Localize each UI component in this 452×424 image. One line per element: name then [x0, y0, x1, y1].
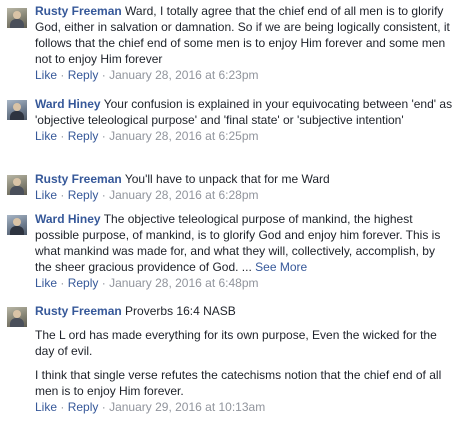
comment: Rusty Freeman Ward, I totally agree that… [0, 3, 452, 83]
comment-body: Ward Hiney The objective teleological pu… [35, 211, 452, 275]
reply-link[interactable]: Reply [68, 129, 99, 143]
comment-text: Proverbs 16:4 NASB [125, 304, 236, 318]
see-more-link[interactable]: See More [255, 260, 307, 274]
like-link[interactable]: Like [35, 68, 57, 82]
comment-timestamp[interactable]: January 28, 2016 at 6:23pm [109, 68, 258, 82]
separator-dot: · [101, 129, 106, 143]
comment: Ward Hiney Your confusion is explained i… [0, 96, 452, 144]
comment-actions: Like · Reply · January 29, 2016 at 10:13… [35, 399, 452, 415]
reply-link[interactable]: Reply [68, 400, 99, 414]
comment-actions: Like · Reply · January 28, 2016 at 6:25p… [35, 128, 452, 144]
separator-dot: · [101, 68, 106, 82]
separator-dot: · [101, 188, 106, 202]
separator-dot: · [60, 400, 65, 414]
comment-actions: Like · Reply · January 28, 2016 at 6:48p… [35, 275, 452, 291]
reply-link[interactable]: Reply [68, 68, 99, 82]
reply-link[interactable]: Reply [68, 276, 99, 290]
comment-body: Ward Hiney Your confusion is explained i… [35, 96, 452, 128]
separator-dot: · [60, 68, 65, 82]
comment-author-link[interactable]: Ward Hiney [35, 212, 101, 226]
comment-body: Rusty Freeman You'll have to unpack that… [35, 171, 452, 187]
separator-dot: · [101, 276, 106, 290]
reply-link[interactable]: Reply [68, 188, 99, 202]
like-link[interactable]: Like [35, 188, 57, 202]
comment-paragraph: I think that single verse refutes the ca… [35, 368, 442, 398]
like-link[interactable]: Like [35, 129, 57, 143]
comment: Ward Hiney The objective teleological pu… [0, 211, 452, 291]
avatar[interactable] [7, 215, 27, 235]
avatar[interactable] [7, 307, 27, 327]
comment: Rusty Freeman Proverbs 16:4 NASB The L o… [0, 303, 452, 415]
separator-dot: · [60, 276, 65, 290]
separator-dot: · [60, 188, 65, 202]
like-link[interactable]: Like [35, 276, 57, 290]
comment-author-link[interactable]: Ward Hiney [35, 97, 101, 111]
like-link[interactable]: Like [35, 400, 57, 414]
comment-paragraph: The L ord has made everything for its ow… [35, 328, 437, 358]
comment-author-link[interactable]: Rusty Freeman [35, 4, 122, 18]
comment-timestamp[interactable]: January 28, 2016 at 6:25pm [109, 129, 258, 143]
comment-body: Rusty Freeman Proverbs 16:4 NASB The L o… [35, 303, 452, 399]
separator-dot: · [60, 129, 65, 143]
comment-text: You'll have to unpack that for me Ward [124, 172, 330, 186]
comment-timestamp[interactable]: January 28, 2016 at 6:28pm [109, 188, 258, 202]
comment-actions: Like · Reply · January 28, 2016 at 6:28p… [35, 187, 452, 203]
comment-author-link[interactable]: Rusty Freeman [35, 172, 122, 186]
avatar[interactable] [7, 8, 27, 28]
separator-dot: · [101, 400, 106, 414]
comment-timestamp[interactable]: January 29, 2016 at 10:13am [109, 400, 265, 414]
comment-author-link[interactable]: Rusty Freeman [35, 304, 122, 318]
comment-timestamp[interactable]: January 28, 2016 at 6:48pm [109, 276, 258, 290]
comment-actions: Like · Reply · January 28, 2016 at 6:23p… [35, 67, 452, 83]
avatar[interactable] [7, 175, 27, 195]
comment-body: Rusty Freeman Ward, I totally agree that… [35, 3, 452, 67]
comment: Rusty Freeman You'll have to unpack that… [0, 171, 452, 203]
avatar[interactable] [7, 100, 27, 120]
